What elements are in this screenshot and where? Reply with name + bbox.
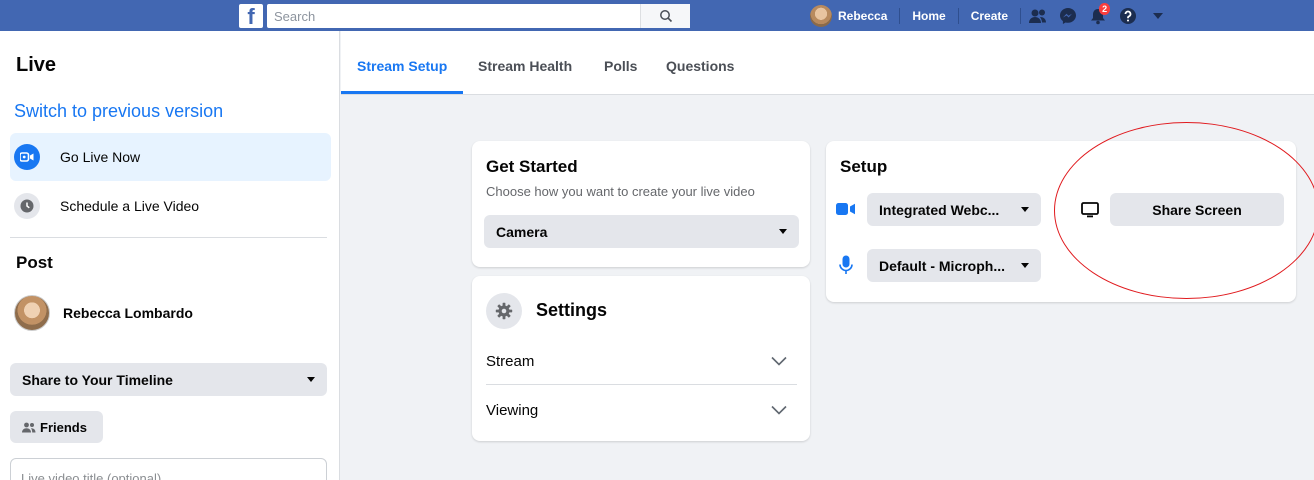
sidebar-item-go-live-now[interactable]: Go Live Now bbox=[10, 133, 331, 181]
caret-down-icon bbox=[1021, 207, 1029, 212]
post-heading: Post bbox=[16, 253, 53, 272]
caret-down-icon bbox=[1021, 263, 1029, 268]
tab-stream-setup[interactable]: Stream Setup bbox=[357, 58, 447, 74]
microphone-icon bbox=[836, 255, 856, 275]
settings-row-viewing[interactable]: Viewing bbox=[486, 388, 797, 432]
caret-down-icon bbox=[779, 229, 787, 234]
post-author: Rebecca Lombardo bbox=[14, 295, 193, 331]
caret-down-icon bbox=[307, 377, 315, 382]
search-icon bbox=[659, 10, 672, 23]
audience-label: Friends bbox=[40, 419, 87, 435]
nav-divider bbox=[899, 7, 901, 24]
tab-bar: Stream Setup Stream Health Polls Questio… bbox=[341, 31, 1314, 95]
profile-avatar[interactable] bbox=[810, 4, 832, 27]
sidebar-item-schedule-live-video[interactable]: Schedule a Live Video bbox=[10, 182, 331, 230]
friends-icon bbox=[1029, 9, 1047, 23]
notifications-button[interactable]: 2 bbox=[1083, 0, 1113, 31]
notification-badge: 2 bbox=[1099, 3, 1111, 15]
tab-questions[interactable]: Questions bbox=[666, 58, 734, 74]
sidebar-item-label: Schedule a Live Video bbox=[60, 198, 200, 214]
microphone-select-value: Default - Microph... bbox=[879, 257, 1005, 274]
tab-polls[interactable]: Polls bbox=[604, 58, 637, 74]
search-input[interactable] bbox=[267, 4, 690, 28]
switch-version-link[interactable]: Switch to previous version bbox=[14, 101, 223, 122]
help-button[interactable] bbox=[1113, 0, 1143, 31]
messenger-icon bbox=[1060, 7, 1077, 24]
chevron-down-icon bbox=[771, 405, 787, 415]
video-source-value: Camera bbox=[496, 223, 548, 240]
microphone-select[interactable]: Default - Microph... bbox=[867, 249, 1041, 282]
caret-down-icon bbox=[1153, 12, 1164, 19]
active-tab-indicator bbox=[341, 91, 463, 94]
video-camera-icon bbox=[14, 144, 40, 170]
camera-select-value: Integrated Webc... bbox=[879, 201, 1000, 218]
setup-card: Setup Integrated Webc... Default - Micro… bbox=[826, 141, 1296, 302]
video-source-select[interactable]: Camera bbox=[484, 215, 799, 248]
nav-divider bbox=[957, 7, 959, 24]
settings-row-label: Viewing bbox=[486, 401, 539, 419]
settings-card: Settings Stream Viewing bbox=[472, 276, 810, 441]
post-author-name: Rebecca Lombardo bbox=[63, 305, 193, 321]
search-button[interactable] bbox=[640, 4, 690, 28]
share-destination-value: Share to Your Timeline bbox=[22, 371, 173, 388]
settings-row-stream[interactable]: Stream bbox=[486, 339, 797, 383]
setup-title: Setup bbox=[840, 157, 888, 176]
question-icon bbox=[1120, 7, 1137, 24]
account-menu-button[interactable] bbox=[1143, 0, 1173, 31]
share-screen-button[interactable]: Share Screen bbox=[1110, 193, 1284, 226]
clock-icon bbox=[14, 193, 40, 219]
get-started-card: Get Started Choose how you want to creat… bbox=[472, 141, 810, 267]
sidebar-item-label: Go Live Now bbox=[60, 149, 141, 165]
settings-title: Settings bbox=[536, 300, 608, 320]
profile-link[interactable]: Rebecca bbox=[838, 9, 897, 23]
settings-row-label: Stream bbox=[486, 352, 535, 370]
sidebar-divider bbox=[10, 237, 327, 238]
gear-icon bbox=[486, 293, 522, 329]
facebook-logo[interactable]: f bbox=[239, 4, 263, 28]
monitor-icon bbox=[1080, 201, 1100, 219]
chevron-down-icon bbox=[771, 356, 787, 366]
messenger-button[interactable] bbox=[1053, 0, 1083, 31]
live-video-title-input[interactable] bbox=[10, 458, 327, 480]
get-started-title: Get Started bbox=[486, 157, 578, 176]
left-sidebar: Live Switch to previous version Go Live … bbox=[0, 31, 340, 480]
friends-icon bbox=[22, 422, 36, 432]
video-camera-icon bbox=[836, 201, 856, 217]
nav-divider bbox=[1020, 7, 1022, 24]
friend-requests-button[interactable] bbox=[1023, 0, 1053, 31]
get-started-subtitle: Choose how you want to create your live … bbox=[486, 184, 755, 199]
tab-stream-health[interactable]: Stream Health bbox=[478, 58, 572, 74]
home-link[interactable]: Home bbox=[902, 9, 955, 23]
page-title: Live bbox=[16, 54, 57, 76]
share-destination-select[interactable]: Share to Your Timeline bbox=[10, 363, 327, 396]
audience-button[interactable]: Friends bbox=[10, 411, 103, 443]
top-navigation-bar: f Rebecca Home Create 2 bbox=[0, 0, 1314, 31]
create-link[interactable]: Create bbox=[961, 9, 1018, 23]
avatar bbox=[14, 295, 50, 331]
settings-divider bbox=[486, 384, 797, 385]
camera-select[interactable]: Integrated Webc... bbox=[867, 193, 1041, 226]
